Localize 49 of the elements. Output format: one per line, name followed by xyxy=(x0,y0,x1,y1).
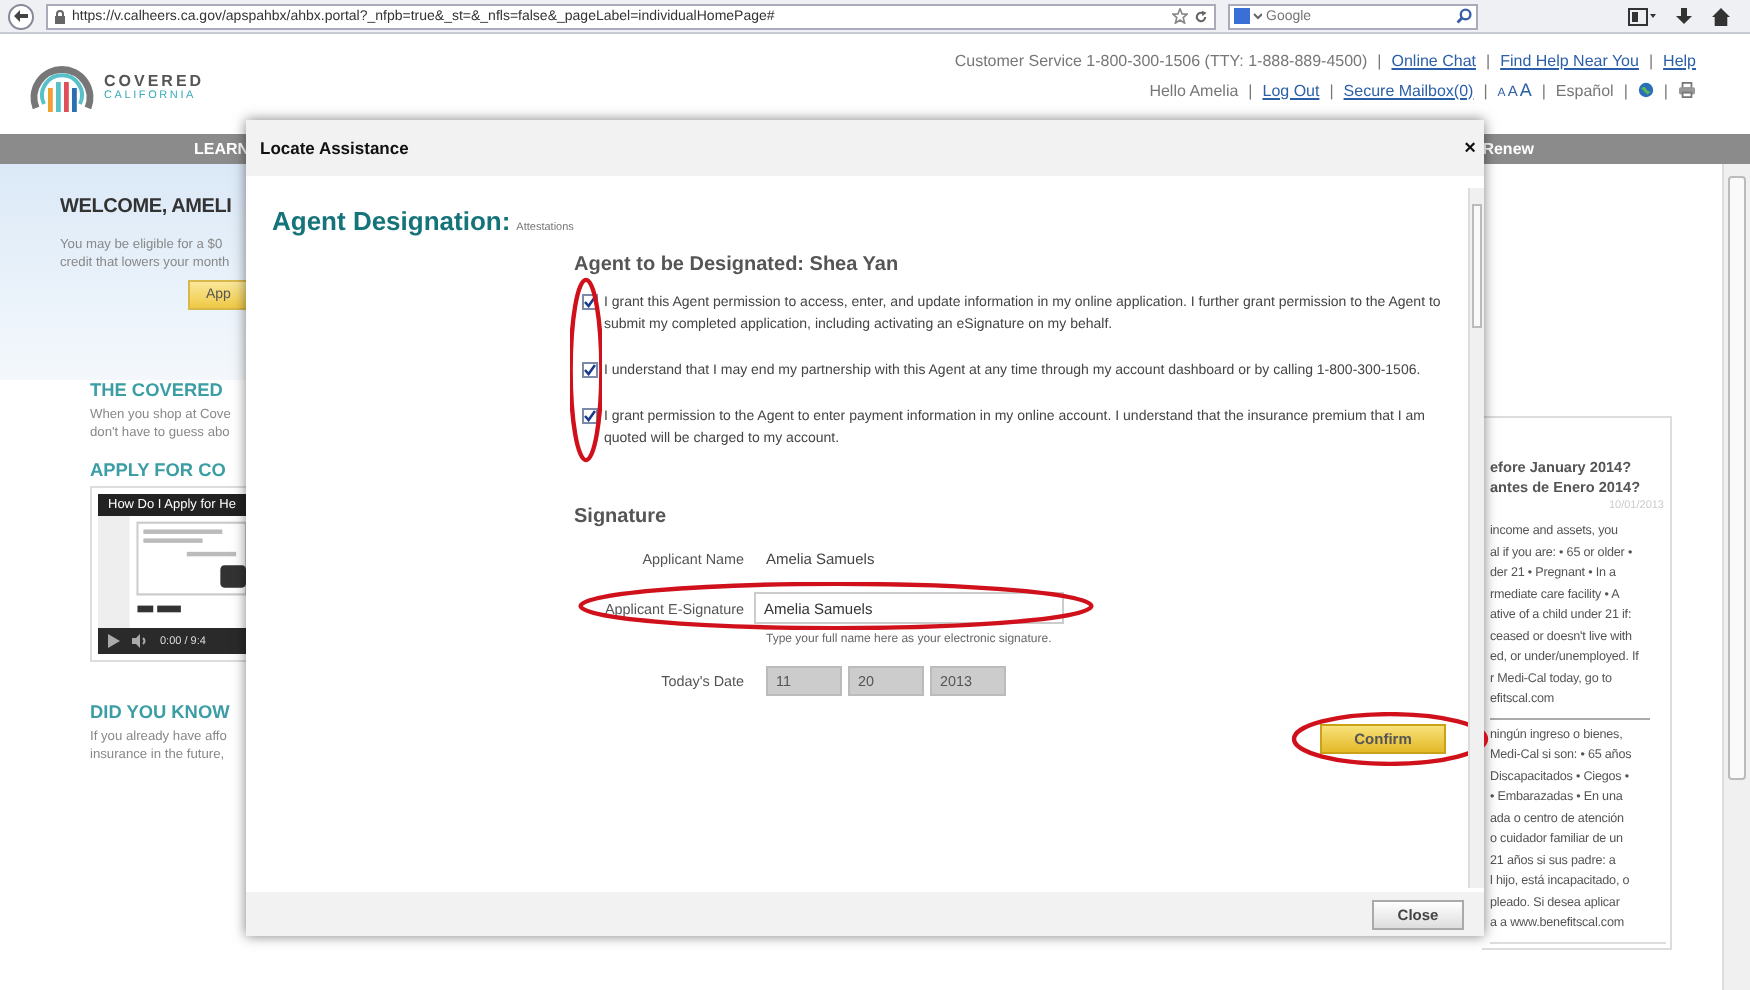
checkbox[interactable] xyxy=(582,408,598,424)
printer-icon[interactable] xyxy=(1678,82,1696,98)
header-text: Hello Amelia xyxy=(1149,81,1239,99)
play-icon[interactable] xyxy=(108,634,120,648)
back-button[interactable] xyxy=(8,3,34,29)
volume-icon[interactable] xyxy=(132,634,148,648)
header-link[interactable]: Online Chat xyxy=(1391,52,1476,70)
text-size-link[interactable]: A xyxy=(1519,80,1532,100)
agent-heading: Agent to be Designated: Shea Yan xyxy=(574,254,901,276)
dialog-scrollbar[interactable] xyxy=(1468,188,1484,888)
signature-heading: Signature xyxy=(574,506,669,528)
separator: | xyxy=(1648,52,1654,70)
separator: | xyxy=(1623,81,1628,99)
separator: | xyxy=(1248,81,1253,99)
lock-icon xyxy=(54,9,66,23)
bookmarks-icon[interactable] xyxy=(1628,7,1656,25)
separator: | xyxy=(1663,81,1668,99)
search-icon[interactable] xyxy=(1456,8,1472,24)
separator: | xyxy=(1329,81,1334,99)
separator: | xyxy=(1377,52,1382,70)
dialog-title: Locate Assistance xyxy=(260,138,409,158)
scrollbar-thumb[interactable] xyxy=(1472,204,1482,328)
header-text: Customer Service 1-800-300-1506 (TTY: 1-888-889-4500) xyxy=(954,52,1368,70)
nav-item[interactable]: Renew xyxy=(1482,140,1534,158)
section-heading: Agent Designation: xyxy=(272,206,511,236)
header-link[interactable]: Help xyxy=(1663,52,1696,70)
separator: | xyxy=(1483,81,1488,99)
refresh-icon[interactable] xyxy=(1194,9,1208,23)
page-scrollbar[interactable] xyxy=(1722,164,1750,990)
back-arrow-icon xyxy=(14,10,28,22)
download-icon[interactable] xyxy=(1676,7,1692,25)
header-link[interactable]: Secure Mailbox(0) xyxy=(1343,81,1474,99)
header-link[interactable]: Find Help Near You xyxy=(1500,52,1639,70)
header-link[interactable]: Log Out xyxy=(1262,81,1320,99)
welcome-heading: WELCOME, AMELI xyxy=(60,196,234,218)
logo-text: COVERED xyxy=(104,71,205,89)
separator: | xyxy=(1486,52,1491,70)
section-heading: APPLY FOR CO xyxy=(90,460,228,480)
section-heading: DID YOU KNOW xyxy=(90,702,232,722)
search-engine-icon xyxy=(1234,8,1262,24)
separator: | xyxy=(1541,81,1546,99)
globe-icon[interactable] xyxy=(1637,82,1654,98)
checkbox[interactable] xyxy=(582,362,598,378)
home-icon[interactable] xyxy=(1712,7,1730,25)
star-icon[interactable] xyxy=(1172,8,1188,24)
header-text: Español xyxy=(1555,81,1614,99)
close-button[interactable]: × xyxy=(1464,137,1476,159)
scrollbar-thumb[interactable] xyxy=(1728,176,1746,780)
section-heading: THE COVERED xyxy=(90,380,225,400)
